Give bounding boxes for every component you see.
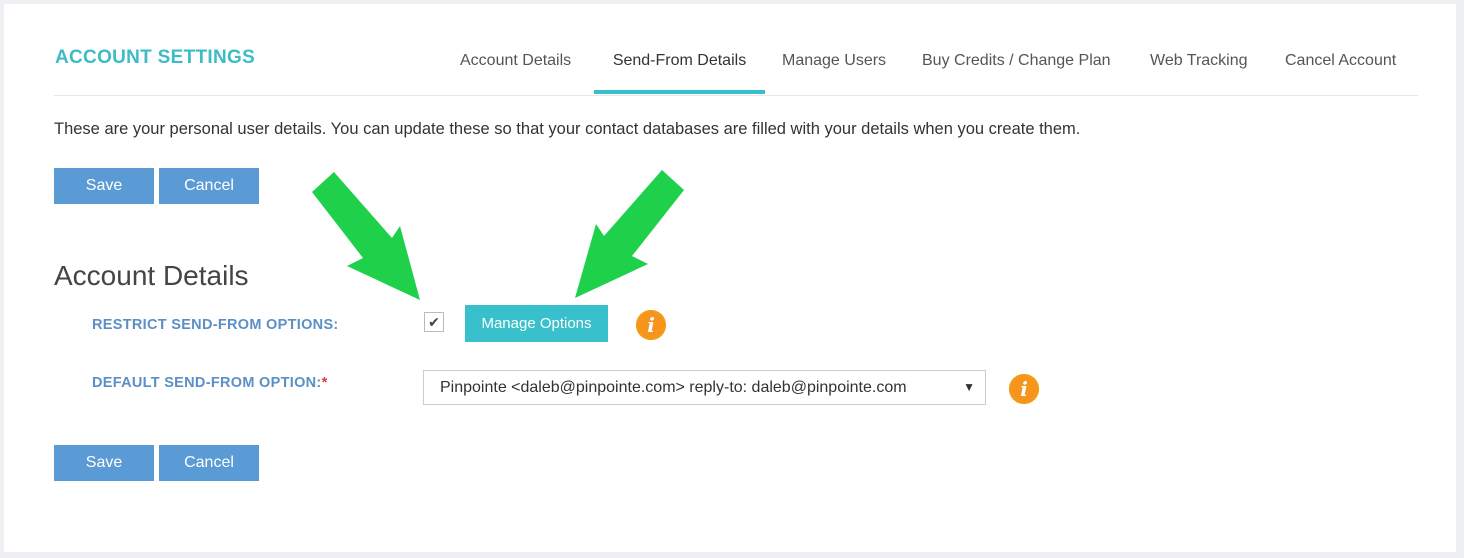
green-arrow [575, 170, 684, 298]
annotation-arrows [312, 170, 684, 300]
green-arrow [312, 172, 420, 300]
